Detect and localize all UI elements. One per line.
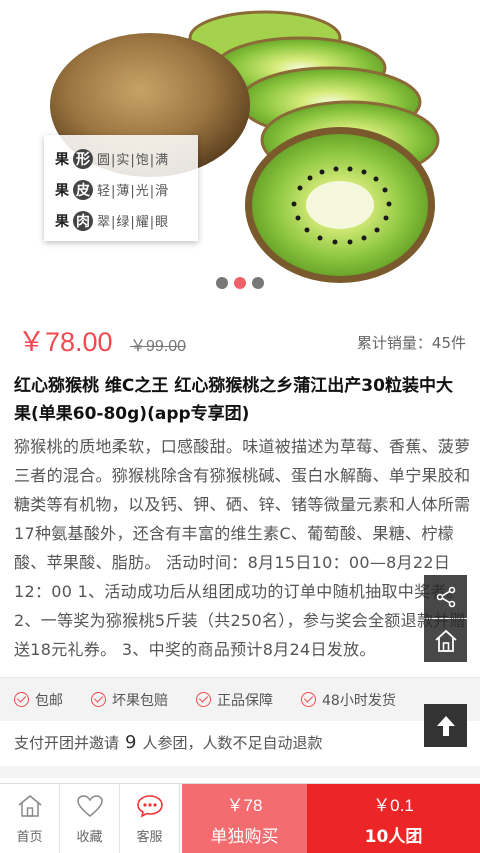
check-circle-icon: [196, 692, 211, 707]
carousel-dot[interactable]: [252, 277, 264, 289]
group-price: ￥0.1: [373, 796, 414, 815]
carousel-dot-active[interactable]: [234, 277, 246, 289]
carousel-dots: [216, 277, 264, 289]
guarantee-item: 包邮: [14, 690, 63, 710]
home-float-button[interactable]: [424, 619, 467, 662]
home-icon: [18, 794, 41, 817]
feature-attr: 皮: [73, 179, 93, 200]
guarantee-label: 包邮: [35, 692, 63, 709]
guarantee-item: 坏果包赔: [91, 690, 168, 710]
feature-row: 果 形 圆|实|饱|满: [52, 143, 198, 174]
feature-desc: 轻|薄|光|滑: [97, 184, 170, 199]
heart-icon: [76, 794, 103, 817]
feature-row: 果 肉 翠|绿|耀|眼: [52, 205, 198, 236]
check-circle-icon: [14, 692, 29, 707]
original-price: ￥99.00: [130, 338, 187, 355]
guarantee-label: 48小时发货: [322, 692, 396, 709]
feature-attr: 肉: [73, 210, 93, 231]
nav-home-label: 首页: [16, 829, 43, 845]
carousel-dot[interactable]: [216, 277, 228, 289]
group-buy-button[interactable]: ￥0.1 10人团: [307, 784, 480, 853]
group-label: 10人团: [364, 827, 423, 847]
feature-attr: 形: [73, 148, 93, 169]
product-title: 红心猕猴桃 维C之王 红心猕猴桃之乡蒲江出产30粒装中大果(单果60-80g)(…: [14, 376, 453, 424]
home-icon: [434, 629, 457, 652]
feature-panel: 果 形 圆|实|饱|满 果 皮 轻|薄|光|滑 果 肉 翠|绿|耀|眼: [44, 135, 198, 241]
guarantee-item: 正品保障: [196, 690, 273, 710]
solo-label: 单独购买: [210, 827, 279, 847]
check-circle-icon: [91, 692, 106, 707]
product-description: 猕猴桃的质地柔软，口感酸甜。味道被描述为草莓、香蕉、菠萝三者的混合。猕猴桃除含有…: [14, 437, 471, 659]
feature-key: 果: [55, 151, 69, 168]
back-to-top-button[interactable]: [424, 704, 467, 747]
nav-favorite-label: 收藏: [76, 829, 103, 845]
solo-buy-button[interactable]: ￥78 单独购买: [182, 784, 307, 853]
nav-service[interactable]: 客服: [120, 784, 180, 853]
bottom-action-bar: 首页 收藏 客服 ￥78 单独购买 ￥0.1 10人团: [0, 783, 480, 853]
solo-price: ￥78: [226, 796, 263, 815]
share-button[interactable]: [424, 575, 467, 618]
guarantee-label: 坏果包赔: [112, 692, 168, 709]
price-row: ￥78.00 ￥99.00 累计销量：45件: [18, 318, 466, 362]
arrow-up-icon: [436, 715, 455, 736]
product-image-carousel[interactable]: 果 形 圆|实|饱|满 果 皮 轻|薄|光|滑 果 肉 翠|绿|耀|眼: [0, 0, 480, 300]
group-note-prefix: 支付开团并邀请: [14, 733, 120, 752]
check-circle-icon: [301, 692, 316, 707]
nav-service-label: 客服: [136, 829, 163, 845]
group-note-count: 9: [125, 731, 137, 753]
nav-home[interactable]: 首页: [0, 784, 60, 853]
feature-key: 果: [55, 182, 69, 199]
group-note-suffix: 人参团，人数不足自动退款: [142, 733, 323, 752]
feature-row: 果 皮 轻|薄|光|滑: [52, 174, 198, 205]
guarantee-label: 正品保障: [217, 692, 273, 709]
guarantee-item: 48小时发货: [301, 690, 396, 710]
section-divider: [0, 766, 480, 778]
chat-bubble-icon: [136, 794, 163, 817]
share-icon: [436, 586, 455, 607]
current-price: ￥78.00: [18, 327, 113, 357]
group-note: 支付开团并邀请 9 人参团，人数不足自动退款: [0, 722, 480, 762]
nav-favorite[interactable]: 收藏: [60, 784, 120, 853]
feature-desc: 翠|绿|耀|眼: [97, 215, 170, 230]
guarantee-bar: 包邮 坏果包赔 正品保障 48小时发货: [0, 677, 480, 721]
feature-key: 果: [55, 213, 69, 230]
feature-desc: 圆|实|饱|满: [97, 153, 170, 168]
sales-count: 累计销量：45件: [356, 334, 466, 352]
